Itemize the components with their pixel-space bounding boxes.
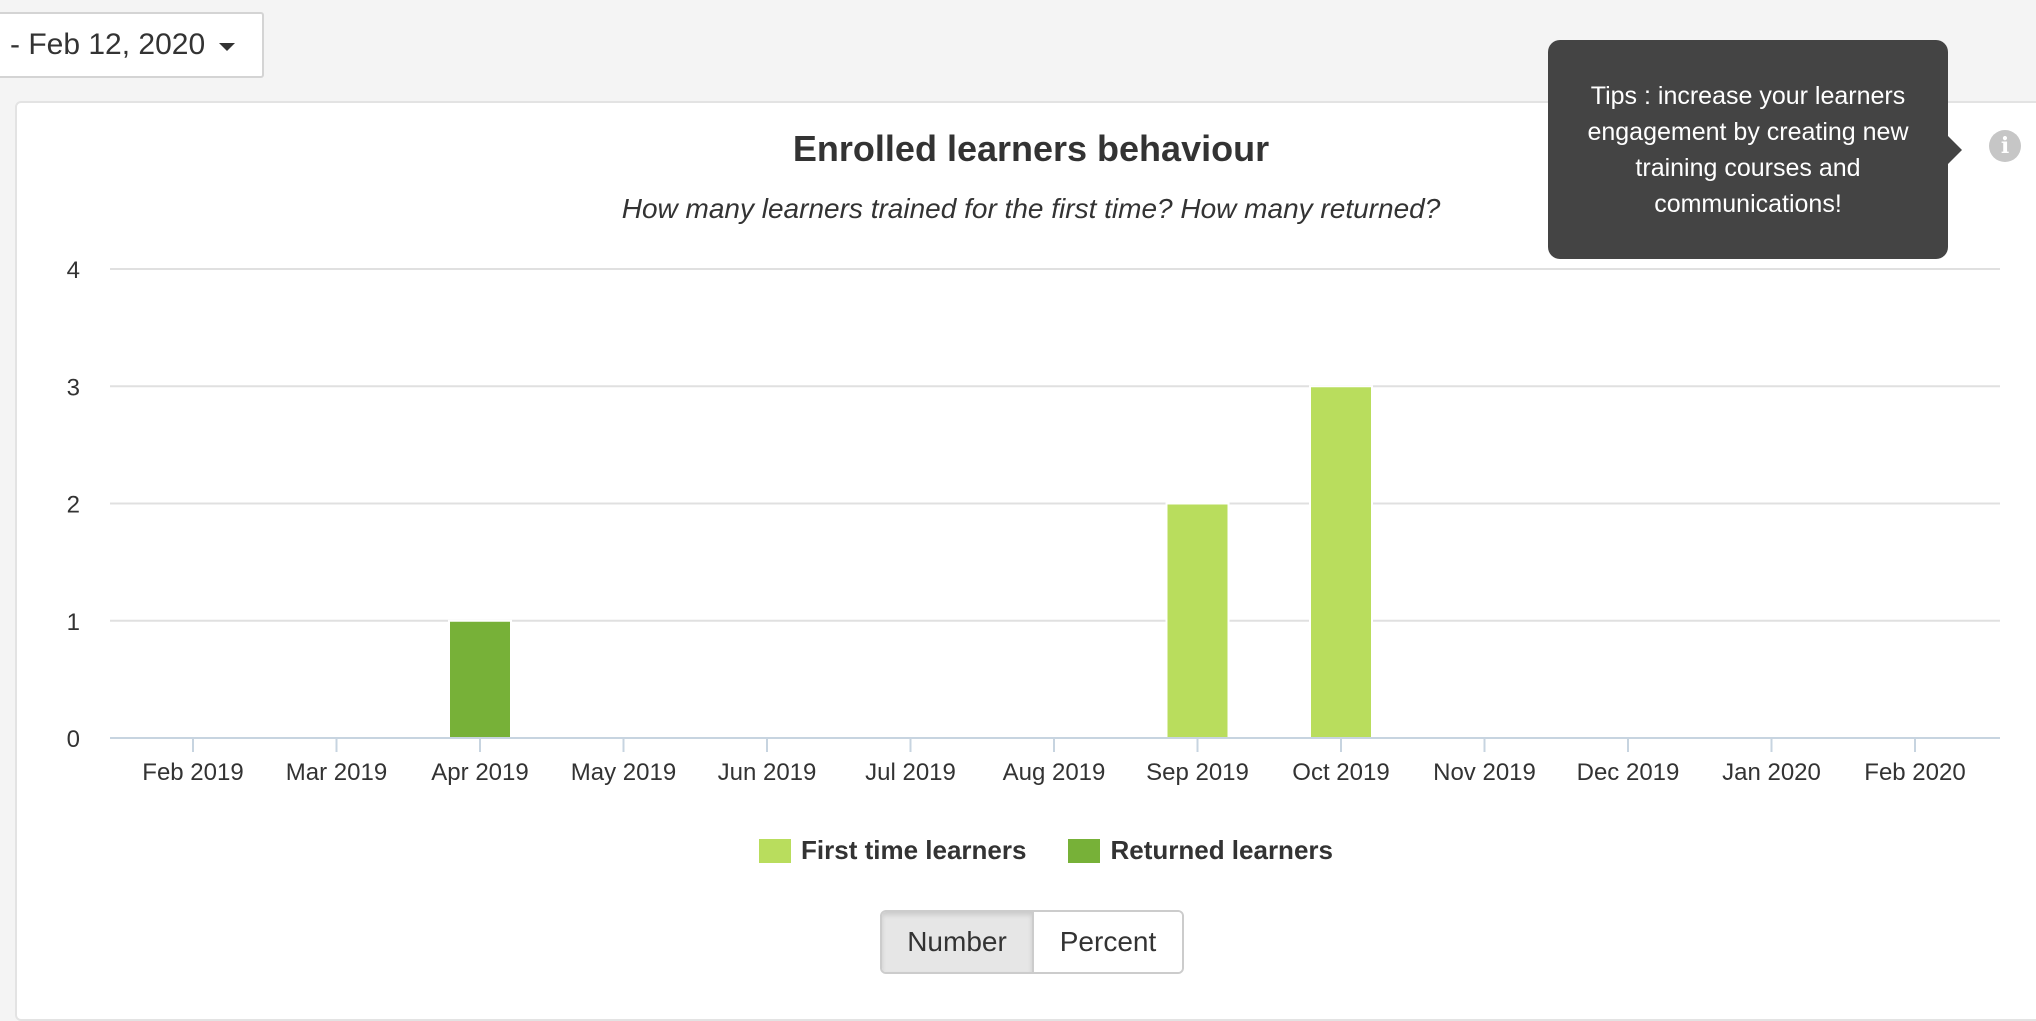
bars — [448, 385, 1373, 739]
x-tick-label: Apr 2019 — [431, 759, 528, 786]
y-axis-labels: 0 1 2 3 4 — [67, 257, 80, 753]
x-tick-label: Sep 2019 — [1146, 759, 1249, 786]
y-tick-label: 4 — [67, 257, 80, 284]
x-tick-label: May 2019 — [571, 759, 676, 786]
x-tick-label: Oct 2019 — [1292, 759, 1389, 786]
chart-legend: First time learners Returned learners — [0, 835, 2036, 866]
legend-item-returned[interactable]: Returned learners — [1068, 835, 1333, 866]
x-tick-label: Feb 2020 — [1864, 759, 1965, 786]
y-tick-label: 1 — [67, 609, 80, 636]
legend-swatch-first-time — [759, 838, 792, 863]
view-mode-toggle: Number Percent — [880, 910, 1184, 974]
x-tick-label: Jun 2019 — [718, 759, 817, 786]
x-axis-labels: Feb 2019 Mar 2019 Apr 2019 May 2019 Jun 2019… — [142, 759, 1965, 786]
number-toggle-button[interactable]: Number — [882, 912, 1034, 972]
x-tick-label: Dec 2019 — [1577, 759, 1680, 786]
legend-label-first-time: First time learners — [801, 835, 1027, 865]
legend-item-first-time[interactable]: First time learners — [759, 835, 1026, 866]
info-icon[interactable]: i — [1989, 130, 2021, 162]
grid-lines — [110, 268, 2000, 622]
legend-label-returned: Returned learners — [1110, 835, 1333, 865]
x-tick-label: Mar 2019 — [286, 759, 387, 786]
x-tick-label: Jan 2020 — [1722, 759, 1821, 786]
y-tick-label: 3 — [67, 374, 80, 401]
tips-tooltip: Tips : increase your learners engagement… — [1548, 40, 1962, 259]
x-tick-label: Jul 2019 — [865, 759, 956, 786]
bar-first-time — [1165, 502, 1230, 739]
tooltip-text: Tips : increase your learners engagement… — [1587, 81, 1909, 218]
bar-first-time — [1309, 385, 1373, 739]
bar-returned — [448, 619, 512, 739]
y-tick-label: 0 — [67, 726, 80, 753]
x-tick-label: Nov 2019 — [1433, 759, 1536, 786]
x-tick-label: Aug 2019 — [1003, 759, 1106, 786]
percent-toggle-button[interactable]: Percent — [1034, 912, 1182, 972]
x-axis — [110, 737, 2000, 752]
y-tick-label: 2 — [67, 492, 80, 519]
legend-swatch-returned — [1068, 838, 1101, 863]
x-tick-label: Feb 2019 — [142, 759, 243, 786]
